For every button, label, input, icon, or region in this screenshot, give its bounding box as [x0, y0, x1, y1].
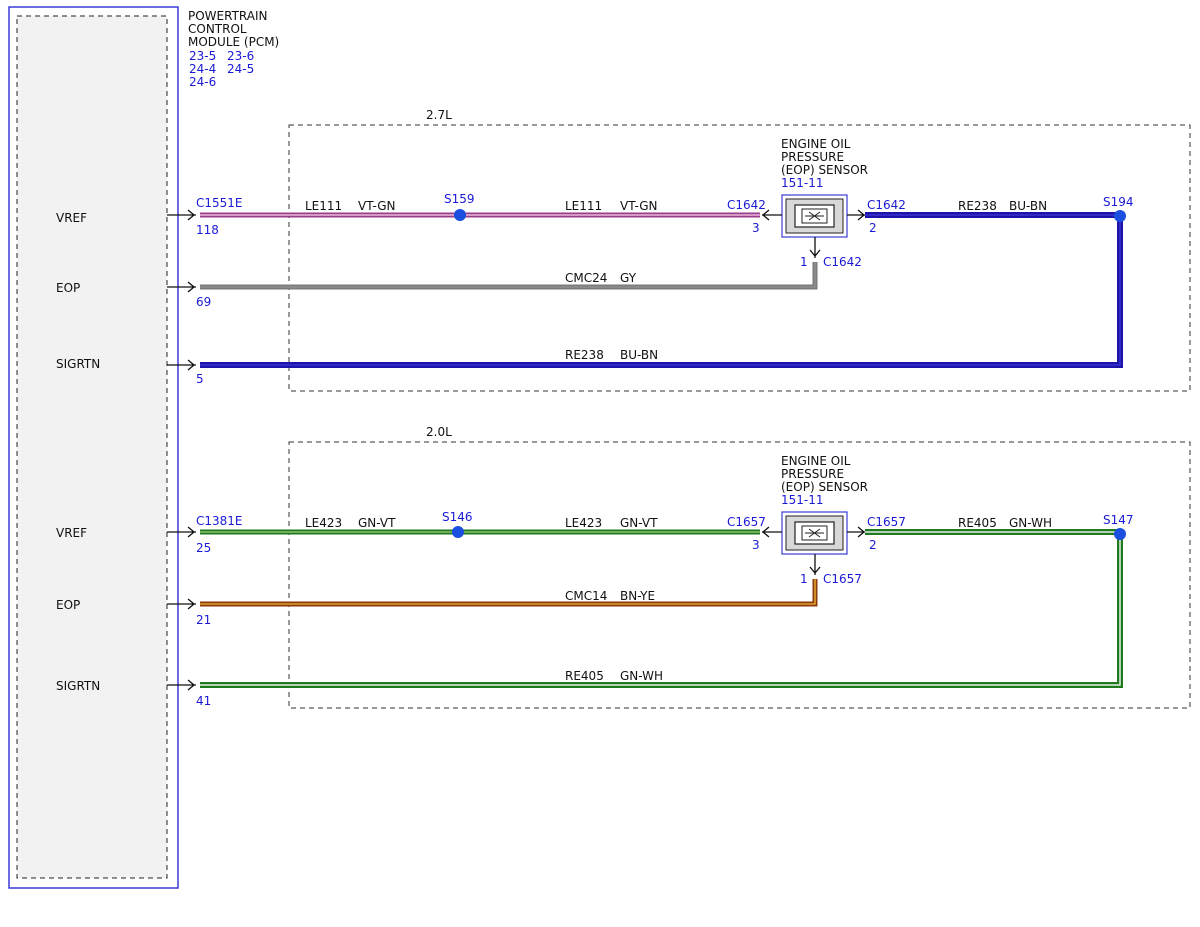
- engine-2-0l-section: 2.0L VREF EOP SIGRTN C1381E 25 21 41 LE4…: [56, 425, 1191, 709]
- wire-color-label: GN-WH: [620, 669, 663, 683]
- splice-point[interactable]: [1114, 528, 1126, 540]
- pcm-ref-link[interactable]: 24-4: [189, 62, 216, 76]
- pcm-pin-number: 21: [196, 613, 211, 627]
- sensor-connector-id[interactable]: C1657: [727, 515, 766, 529]
- pcm-pin-label-sigrtn: SIGRTN: [56, 357, 100, 371]
- sensor-title-line-1: ENGINE OIL: [781, 454, 851, 468]
- pcm-pin-label-vref: VREF: [56, 526, 87, 540]
- sensor-pin-number: 3: [752, 221, 760, 235]
- pcm-pin-number: 69: [196, 295, 211, 309]
- pcm-title-line-3: MODULE (PCM): [188, 35, 279, 49]
- engine-variant-label: 2.7L: [426, 108, 452, 122]
- pcm-title-line-1: POWERTRAIN: [188, 9, 268, 23]
- wire-color-label: GY: [620, 271, 637, 285]
- splice-point[interactable]: [1114, 210, 1126, 222]
- wire-circuit-label: RE238: [958, 199, 997, 213]
- sensor-ref-link[interactable]: 151-11: [781, 176, 824, 190]
- pcm-pin-label-vref: VREF: [56, 211, 87, 225]
- sensor-pin-number: 2: [869, 221, 877, 235]
- wire-circuit-label: CMC24: [565, 271, 607, 285]
- pcm-ref-link[interactable]: 23-6: [227, 49, 254, 63]
- sensor-pin-number: 1: [800, 255, 808, 269]
- pcm-module-body: [16, 15, 168, 879]
- sensor-pin-number: 1: [800, 572, 808, 586]
- pcm-ref-link[interactable]: 24-5: [227, 62, 254, 76]
- wire-eop[interactable]: [200, 579, 818, 607]
- wiring-diagram: POWERTRAIN CONTROL MODULE (PCM) 23-5 23-…: [8, 6, 1191, 889]
- wire-color-label: BU-BN: [1009, 199, 1047, 213]
- pcm-pin-label-sigrtn: SIGRTN: [56, 679, 100, 693]
- pcm-ref-link[interactable]: 23-5: [189, 49, 216, 63]
- sensor-connector-id[interactable]: C1642: [867, 198, 906, 212]
- wire-circuit-label: CMC14: [565, 589, 607, 603]
- splice-point[interactable]: [452, 526, 464, 538]
- sensor-title-line-3: (EOP) SENSOR: [781, 480, 868, 494]
- wire-color-label: GN-VT: [358, 516, 396, 530]
- pcm-pin-number: 118: [196, 223, 219, 237]
- wire-color-label: VT-GN: [620, 199, 657, 213]
- sensor-title-line-2: PRESSURE: [781, 150, 844, 164]
- wire-color-label: BN-YE: [620, 589, 655, 603]
- sensor-pin-number: 3: [752, 538, 760, 552]
- wire-color-label: GN-VT: [620, 516, 658, 530]
- sensor-connector-id[interactable]: C1657: [823, 572, 862, 586]
- wire-color-label: BU-BN: [620, 348, 658, 362]
- pcm-connector-id[interactable]: C1381E: [196, 514, 243, 528]
- wire-color-label: VT-GN: [358, 199, 395, 213]
- pcm-pin-label-eop: EOP: [56, 281, 80, 295]
- splice-id[interactable]: S194: [1103, 195, 1134, 209]
- sensor-connector-id[interactable]: C1642: [727, 198, 766, 212]
- eop-sensor-icon[interactable]: [781, 194, 848, 238]
- sensor-title-line-2: PRESSURE: [781, 467, 844, 481]
- eop-sensor-icon[interactable]: [781, 511, 848, 555]
- engine-variant-box: [288, 124, 1191, 392]
- wire-circuit-label: RE405: [565, 669, 604, 683]
- pcm-pin-number: 25: [196, 541, 211, 555]
- engine-variant-box: [288, 441, 1191, 709]
- engine-2-7l-section: 2.7L VREF EOP SIGRTN C1551E 118 69 5 LE1…: [56, 108, 1191, 392]
- wire-circuit-label: RE238: [565, 348, 604, 362]
- wire-sigrtn[interactable]: [200, 529, 1123, 688]
- pcm-title-line-2: CONTROL: [188, 22, 247, 36]
- splice-id[interactable]: S159: [444, 192, 475, 206]
- wire-circuit-label: LE423: [565, 516, 602, 530]
- pcm-connector-id[interactable]: C1551E: [196, 196, 243, 210]
- wire-circuit-label: LE111: [565, 199, 602, 213]
- sensor-connector-id[interactable]: C1657: [867, 515, 906, 529]
- sensor-pin-number: 2: [869, 538, 877, 552]
- wire-eop[interactable]: [200, 262, 818, 290]
- sensor-ref-link[interactable]: 151-11: [781, 493, 824, 507]
- pcm-pin-label-eop: EOP: [56, 598, 80, 612]
- wire-sigrtn[interactable]: [200, 212, 1123, 368]
- sensor-title-line-1: ENGINE OIL: [781, 137, 851, 151]
- wire-circuit-label: RE405: [958, 516, 997, 530]
- wire-circuit-label: LE423: [305, 516, 342, 530]
- splice-point[interactable]: [454, 209, 466, 221]
- sensor-title-line-3: (EOP) SENSOR: [781, 163, 868, 177]
- pcm-pin-number: 41: [196, 694, 211, 708]
- wire-circuit-label: LE111: [305, 199, 342, 213]
- pcm-ref-link[interactable]: 24-6: [189, 75, 216, 89]
- sensor-connector-id[interactable]: C1642: [823, 255, 862, 269]
- splice-id[interactable]: S147: [1103, 513, 1134, 527]
- wire-color-label: GN-WH: [1009, 516, 1052, 530]
- engine-variant-label: 2.0L: [426, 425, 452, 439]
- pcm-pin-number: 5: [196, 372, 204, 386]
- splice-id[interactable]: S146: [442, 510, 473, 524]
